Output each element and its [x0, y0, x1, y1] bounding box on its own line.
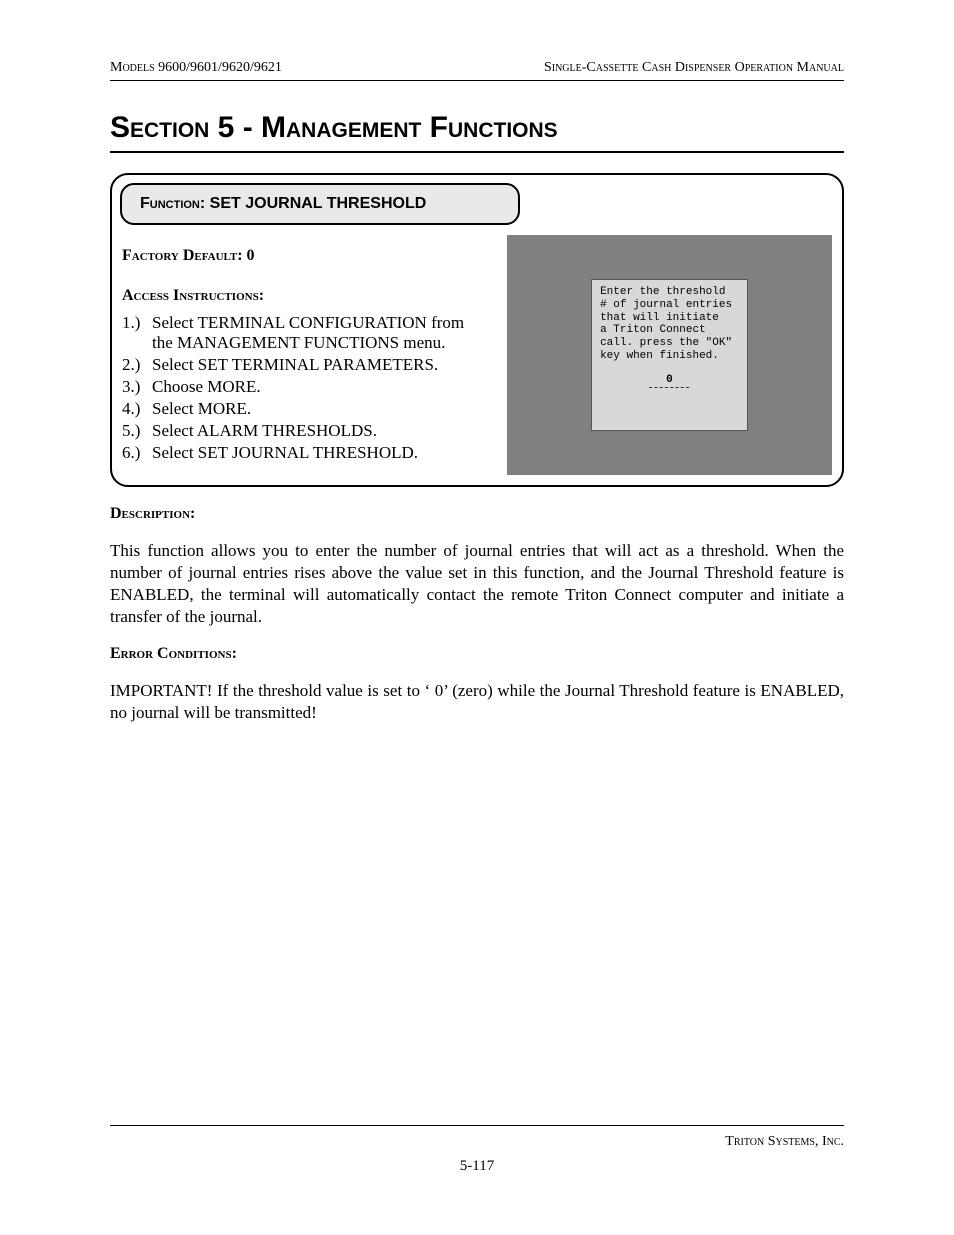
callout-body: Factory Default: 0 Access Instructions: …	[122, 235, 832, 475]
error-conditions-text: IMPORTANT! If the threshold value is set…	[110, 680, 844, 724]
footer-company: Triton Systems, Inc.	[725, 1134, 844, 1150]
header-right: Single-Cassette Cash Dispenser Operation…	[544, 60, 844, 76]
callout-left: Factory Default: 0 Access Instructions: …	[122, 235, 489, 475]
description-text: This function allows you to enter the nu…	[110, 540, 844, 628]
manual-page: Models 9600/9601/9620/9621 Single-Casset…	[0, 0, 954, 1235]
instruction-item: 6.)Select SET JOURNAL THRESHOLD.	[122, 443, 489, 463]
instruction-number: 5.)	[122, 421, 152, 441]
instruction-item: 4.)Select MORE.	[122, 399, 489, 419]
header-left: Models 9600/9601/9620/9621	[110, 60, 282, 76]
callout-right: Enter the threshold # of journal entries…	[507, 235, 832, 475]
terminal-screenshot: Enter the threshold # of journal entries…	[507, 235, 832, 475]
instruction-text: Select TERMINAL CONFIGURATION from the M…	[152, 313, 489, 353]
instruction-text: Select ALARM THRESHOLDS.	[152, 421, 377, 441]
footer-row: Triton Systems, Inc.	[110, 1134, 844, 1150]
function-title-tab: Function: SET JOURNAL THRESHOLD	[120, 183, 520, 225]
instruction-item: 1.)Select TERMINAL CONFIGURATION from th…	[122, 313, 489, 353]
terminal-line: # of journal entries	[600, 299, 739, 312]
function-label-prefix: Function:	[140, 195, 205, 212]
instruction-number: 1.)	[122, 313, 152, 353]
running-header: Models 9600/9601/9620/9621 Single-Casset…	[110, 60, 844, 76]
section-title: Section 5 - Management Functions	[110, 111, 844, 145]
page-footer: Triton Systems, Inc. 5-117	[110, 1125, 844, 1175]
factory-default-label: Factory Default:	[122, 247, 243, 264]
terminal-value: 0	[649, 374, 689, 388]
instruction-text: Select SET JOURNAL THRESHOLD.	[152, 443, 418, 463]
section-rule	[110, 151, 844, 153]
header-rule	[110, 80, 844, 81]
instruction-number: 2.)	[122, 355, 152, 375]
terminal-inner: Enter the threshold # of journal entries…	[591, 279, 748, 430]
error-conditions-label: Error Conditions:	[110, 645, 844, 663]
terminal-line: key when finished.	[600, 350, 739, 363]
instruction-number: 6.)	[122, 443, 152, 463]
instruction-item: 2.)Select SET TERMINAL PARAMETERS.	[122, 355, 489, 375]
instruction-text: Choose MORE.	[152, 377, 261, 397]
factory-default: Factory Default: 0	[122, 247, 489, 265]
access-instructions-label: Access Instructions:	[122, 287, 489, 305]
description-label: Description:	[110, 505, 844, 523]
instruction-text: Select SET TERMINAL PARAMETERS.	[152, 355, 438, 375]
function-name: SET JOURNAL THRESHOLD	[210, 195, 427, 212]
page-number: 5-117	[110, 1158, 844, 1175]
instruction-number: 3.)	[122, 377, 152, 397]
access-instructions-list: 1.)Select TERMINAL CONFIGURATION from th…	[122, 313, 489, 463]
function-callout: Function: SET JOURNAL THRESHOLD Factory …	[110, 173, 844, 487]
instruction-text: Select MORE.	[152, 399, 251, 419]
terminal-line: call. press the "OK"	[600, 337, 739, 350]
footer-rule	[110, 1125, 844, 1126]
terminal-line: a Triton Connect	[600, 324, 739, 337]
terminal-line: that will initiate	[600, 312, 739, 325]
instruction-item: 3.)Choose MORE.	[122, 377, 489, 397]
factory-default-value: 0	[247, 247, 255, 264]
instruction-item: 5.)Select ALARM THRESHOLDS.	[122, 421, 489, 441]
terminal-line: Enter the threshold	[600, 286, 739, 299]
instruction-number: 4.)	[122, 399, 152, 419]
